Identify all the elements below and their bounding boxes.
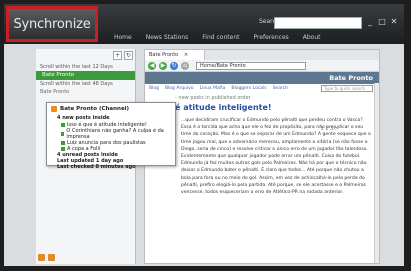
unread-icon xyxy=(61,147,65,151)
main-nav: Home News Stations Find content Preferen… xyxy=(100,32,404,44)
filter-option[interactable]: Scroll within the last 12 Days xyxy=(36,63,135,71)
sidebar-toolbar: + ↻ xyxy=(36,49,135,63)
tooltip-title: Bate Pronto (Channel) xyxy=(51,106,171,112)
refresh-icon[interactable]: ↻ xyxy=(170,61,178,70)
nav-about[interactable]: About xyxy=(303,32,321,44)
rss-icon[interactable] xyxy=(38,254,45,261)
article-body: ...que decidiram crucificar o Edmundo pe… xyxy=(181,118,371,196)
link-search[interactable]: Search xyxy=(273,84,288,93)
pager[interactable]: 1 2 3 > xyxy=(320,126,339,132)
logo-text: Synchronize xyxy=(13,16,91,32)
status-icons xyxy=(38,254,55,261)
post-title: O Corinthians não ganha? A culpa é da im… xyxy=(66,128,164,140)
close-icon[interactable]: × xyxy=(184,52,188,58)
app-window: Synchronize Search _ □ ✕ Home News Stati… xyxy=(4,4,404,266)
settings-icon[interactable] xyxy=(48,254,55,261)
nav-news-stations[interactable]: News Stations xyxy=(146,32,189,44)
article-headline[interactable]: é atitude inteligente! xyxy=(145,101,379,114)
tab-label: Bate Pronto xyxy=(149,52,179,58)
add-feed-button[interactable]: + xyxy=(113,51,122,60)
synchronize-logo: Synchronize xyxy=(6,6,98,42)
window-controls: _ □ ✕ xyxy=(366,18,398,26)
minimize-icon[interactable]: _ xyxy=(366,18,374,26)
unread-icon xyxy=(61,123,65,127)
close-icon[interactable]: ✕ xyxy=(390,18,398,26)
link-blog-arquivo[interactable]: Blog Arquivo xyxy=(165,84,194,93)
quick-search-input[interactable]: Type to quick search xyxy=(321,85,373,92)
rss-icon xyxy=(51,106,57,112)
feed-tooltip: Bate Pronto (Channel) 4 new posts inside… xyxy=(46,102,176,170)
app-header: Synchronize Search _ □ ✕ Home News Stati… xyxy=(4,4,404,44)
reader-toolbar: ◀ ▶ ↻ ⌂ Home/Bate Pronto xyxy=(145,60,379,72)
link-linux-mafia[interactable]: Linux Mafia xyxy=(200,84,226,93)
new-posts-count: 4 new posts inside xyxy=(57,115,110,121)
scrollbar[interactable] xyxy=(374,83,379,263)
link-bloggers-locais[interactable]: Bloggers Locais xyxy=(231,84,266,93)
refresh-button[interactable]: ↻ xyxy=(124,51,133,60)
feed-header: Bate Pronto xyxy=(145,72,379,84)
unread-icon xyxy=(61,141,65,145)
filter-option[interactable]: Scroll within the last 48 Days xyxy=(36,80,135,88)
search-input[interactable] xyxy=(274,17,362,29)
link-blog[interactable]: Blog xyxy=(149,84,159,93)
tab-bar: Bate Pronto × xyxy=(145,50,379,60)
nav-preferences[interactable]: Preferences xyxy=(253,32,288,44)
photo-frame: Synchronize Search _ □ ✕ Home News Stati… xyxy=(0,0,411,271)
last-checked: Last checked 8 minutes ago xyxy=(57,164,136,170)
sidebar-item[interactable]: Bate Pronto xyxy=(36,88,135,96)
address-field[interactable]: Home/Bate Pronto xyxy=(196,61,306,70)
nav-home[interactable]: Home xyxy=(114,32,132,44)
nav-find-content[interactable]: Find content xyxy=(202,32,239,44)
post-item: O Corinthians não ganha? A culpa é da im… xyxy=(61,128,171,140)
tooltip-title-text: Bate Pronto (Channel) xyxy=(60,106,130,112)
unread-icon xyxy=(61,132,65,136)
article-meta: - new posts in published order xyxy=(175,95,251,101)
forward-icon[interactable]: ▶ xyxy=(159,61,167,70)
feed-title: Bate Pronto xyxy=(329,74,373,82)
sidebar-item-bate-pronto[interactable]: Bate Pronto xyxy=(36,71,135,80)
home-icon[interactable]: ⌂ xyxy=(181,61,189,70)
reader-pane: Bate Pronto × ◀ ▶ ↻ ⌂ Home/Bate Pronto B… xyxy=(144,49,380,264)
back-icon[interactable]: ◀ xyxy=(148,61,156,70)
tab-bate-pronto[interactable]: Bate Pronto × xyxy=(145,50,205,60)
maximize-icon[interactable]: □ xyxy=(378,18,386,26)
